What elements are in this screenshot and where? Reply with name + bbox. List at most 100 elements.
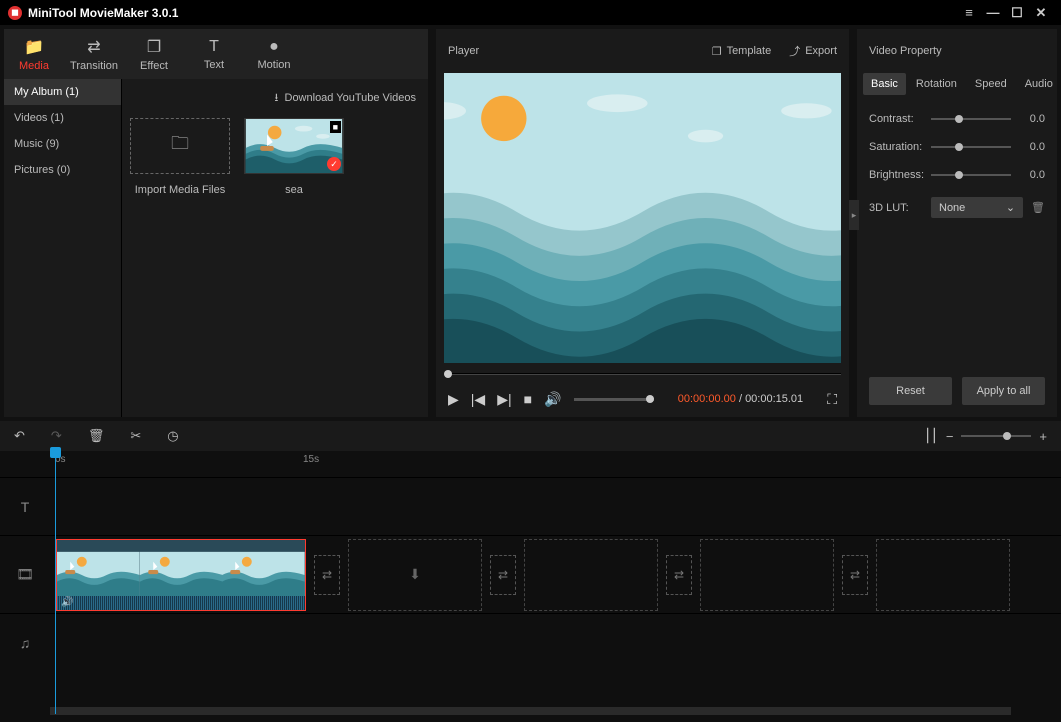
import-label: Import Media Files [130,184,230,196]
playhead[interactable] [55,455,56,714]
video-clip-sea[interactable]: 🔊 [56,539,306,611]
prop-tab-basic[interactable]: Basic [863,73,906,95]
transition-slot-2[interactable]: ⇄ [490,555,516,595]
preview-video [444,73,841,363]
play-button[interactable]: ▶ [448,391,459,408]
timeline-section: ↶ ↷ 🗑 ✂ ◷ ⎮⎮ − + 0s 15s T 🎞 [0,421,1061,717]
brightness-knob[interactable] [955,171,963,179]
media-panel: 📁 Media ⇄ Transition ❐ Effect T Text ● M… [4,29,428,417]
audio-track-body[interactable] [50,614,1061,671]
saturation-slider[interactable] [931,146,1011,148]
maximize-button[interactable]: ☐ [1005,5,1029,21]
close-button[interactable]: ✕ [1029,5,1053,21]
empty-slot-3[interactable] [700,539,834,611]
contrast-slider[interactable] [931,118,1011,120]
property-title: Video Property [869,45,942,57]
album-my[interactable]: My Album (1) [4,79,121,105]
reset-button[interactable]: Reset [869,377,952,405]
prop-tab-rotation[interactable]: Rotation [908,73,965,95]
zoom-slider[interactable] [961,435,1031,437]
transition-icon: ⇄ [87,37,100,57]
collapse-panel-button[interactable]: ▸ [849,200,859,230]
brightness-slider[interactable] [931,174,1011,176]
saturation-label: Saturation: [869,141,923,153]
layers-icon: ❐ [712,45,722,58]
video-track-body[interactable]: 🔊 ⇄ ⬇ ⇄ ⇄ ⇄ [50,538,1061,612]
tab-transition-label: Transition [70,60,118,72]
download-icon: ⭳ [275,92,279,104]
prop-tab-speed[interactable]: Speed [967,73,1015,95]
album-music[interactable]: Music (9) [4,131,121,157]
lut-label: 3D LUT: [869,202,923,214]
saturation-knob[interactable] [955,143,963,151]
redo-button[interactable]: ↷ [51,428,62,444]
template-label: Template [727,45,772,57]
apply-all-button[interactable]: Apply to all [962,377,1045,405]
trash-icon[interactable]: 🗑 [1031,201,1045,214]
tab-text[interactable]: T Text [184,29,244,79]
tab-media[interactable]: 📁 Media [4,29,64,79]
volume-knob[interactable] [646,395,654,403]
contrast-knob[interactable] [955,115,963,123]
media-thumb[interactable]: ■ ✓ [244,118,344,174]
transition-slot-4[interactable]: ⇄ [842,555,868,595]
zoom-in-button[interactable]: + [1039,429,1047,444]
timeline-scrollbar[interactable] [50,707,1011,715]
volume-slider[interactable] [574,398,654,401]
scrub-bar[interactable] [444,369,841,379]
check-icon: ✓ [327,157,341,171]
tab-transition[interactable]: ⇄ Transition [64,29,124,79]
download-youtube-button[interactable]: ⭳ Download YouTube Videos [130,87,420,118]
minimize-button[interactable]: — [981,5,1005,20]
scrub-track [444,373,841,375]
transition-slot-3[interactable]: ⇄ [666,555,692,595]
tab-motion[interactable]: ● Motion [244,29,304,79]
speed-tool-button[interactable]: ◷ [167,428,178,444]
text-icon: T [209,38,219,56]
album-pictures[interactable]: Pictures (0) [4,157,121,183]
template-button[interactable]: ❐ Template [712,45,772,58]
timeline-ruler[interactable]: 0s 15s [50,451,1061,477]
audio-track-icon: ♫ [0,635,50,651]
playhead-handle[interactable] [50,447,61,458]
timeline-tracks: T 🎞 🔊 ⇄ ⬇ ⇄ ⇄ ⇄ [0,477,1061,707]
speaker-icon: 🔊 [61,597,73,608]
fit-icon[interactable]: ⎮⎮ [924,428,938,444]
fullscreen-button[interactable]: ⛶ [827,391,837,408]
prev-frame-button[interactable]: |◀ [471,391,485,408]
brightness-label: Brightness: [869,169,923,181]
delete-button[interactable]: 🗑 [88,428,105,444]
album-videos[interactable]: Videos (1) [4,105,121,131]
folder-open-icon: 🗀 [171,131,189,161]
timeline-scrollbar-thumb[interactable] [50,707,1011,715]
empty-slot-4[interactable] [876,539,1010,611]
empty-slot-2[interactable] [524,539,658,611]
undo-button[interactable]: ↶ [14,428,25,444]
time-display: 00:00:00.00 / 00:00:15.01 [678,393,803,405]
transition-slot-1[interactable]: ⇄ [314,555,340,595]
export-label: Export [805,45,837,57]
contrast-value: 0.0 [1019,113,1045,125]
property-panel: Video Property Basic Rotation Speed Audi… [857,29,1057,417]
clip-audio-wave [57,596,305,610]
volume-icon[interactable]: 🔊 [544,391,561,408]
tab-effect[interactable]: ❐ Effect [124,29,184,79]
scrub-knob[interactable] [444,370,452,378]
hamburger-icon[interactable]: ≡ [957,5,981,20]
title-bar: ◼ MiniTool MovieMaker 3.0.1 ≡ — ☐ ✕ [0,0,1061,25]
prop-tab-audio[interactable]: Audio [1017,73,1061,95]
empty-slot-1[interactable]: ⬇ [348,539,482,611]
app-logo-icon: ◼ [8,6,22,20]
stop-button[interactable]: ■ [524,391,532,407]
export-button[interactable]: ⤴ Export [789,43,837,59]
import-media-button[interactable]: 🗀 [130,118,230,174]
lut-value: None [939,202,965,214]
effect-icon: ❐ [147,37,161,57]
lut-row: 3D LUT: None ⌄ 🗑 [857,189,1057,226]
zoom-out-button[interactable]: − [946,429,954,444]
lut-select[interactable]: None ⌄ [931,197,1023,218]
next-frame-button[interactable]: ▶| [497,391,511,408]
cut-button[interactable]: ✂ [130,428,141,444]
text-track-body[interactable] [50,478,1061,535]
zoom-knob[interactable] [1003,432,1011,440]
